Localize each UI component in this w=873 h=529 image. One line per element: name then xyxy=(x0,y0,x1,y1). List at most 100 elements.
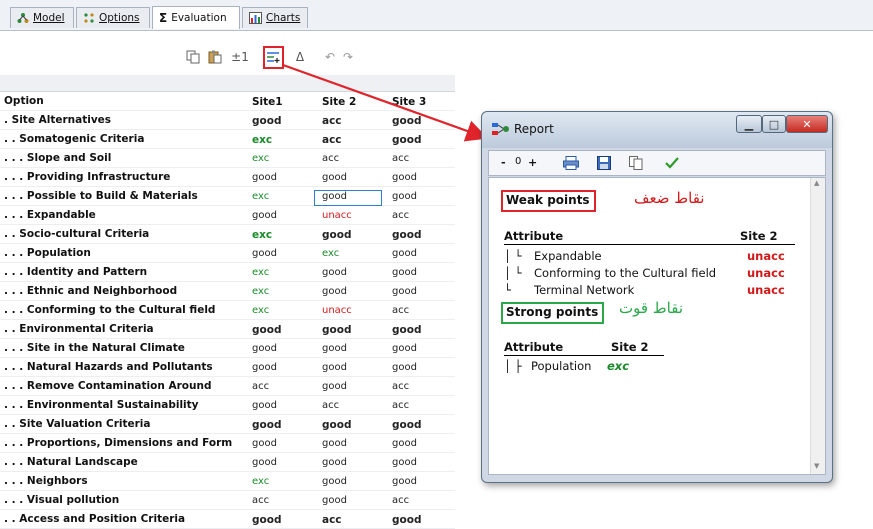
tab-model[interactable]: Model xyxy=(10,7,74,28)
cell-site2[interactable]: acc xyxy=(322,115,342,127)
cell-site2[interactable]: unacc xyxy=(322,210,352,221)
cell-site1[interactable]: acc xyxy=(252,495,269,506)
table-row[interactable]: . . . Neighbors exc good good xyxy=(0,472,455,491)
cell-site1[interactable]: good xyxy=(252,210,277,221)
cell-site1[interactable]: exc xyxy=(252,153,269,164)
table-row[interactable]: . . . Identity and Pattern exc good good xyxy=(0,263,455,282)
undo-button[interactable]: ↶ xyxy=(322,48,338,66)
table-row[interactable]: . . . Environmental Sustainability good ac… xyxy=(0,396,455,415)
column-header-site3[interactable]: Site 3 xyxy=(392,96,426,108)
cell-site3[interactable]: good xyxy=(392,476,417,487)
table-row[interactable]: . . . Natural Landscape good good good xyxy=(0,453,455,472)
table-row[interactable]: . . . Proportions, Dimensions and Form go… xyxy=(0,434,455,453)
table-row[interactable]: . . . Possible to Build & Materials exc go… xyxy=(0,187,455,206)
cell-site1[interactable]: good xyxy=(252,343,277,354)
plus-minus-one-button[interactable]: ±1 xyxy=(229,48,251,66)
cell-site2[interactable]: good xyxy=(322,267,347,278)
table-row[interactable]: . . Environmental Criteria good good good xyxy=(0,320,455,339)
cell-site3[interactable]: good xyxy=(392,438,417,449)
table-row[interactable]: . . . Site in the Natural Climate good goo… xyxy=(0,339,455,358)
table-row[interactable]: . . Site Valuation Criteria good good good xyxy=(0,415,455,434)
cell-site1[interactable]: exc xyxy=(252,134,272,146)
cell-site2[interactable]: good xyxy=(322,362,347,373)
cell-site1[interactable]: good xyxy=(252,457,277,468)
cell-site2[interactable]: acc xyxy=(322,153,339,164)
delta-button[interactable]: Δ xyxy=(292,48,308,66)
table-row[interactable]: . . . Population good exc good xyxy=(0,244,455,263)
cell-site3[interactable]: acc xyxy=(392,153,409,164)
cell-site3[interactable]: acc xyxy=(392,381,409,392)
cell-site1[interactable]: exc xyxy=(252,267,269,278)
cell-site3[interactable]: good xyxy=(392,115,421,127)
cell-site2[interactable]: good xyxy=(322,172,347,183)
cell-site2[interactable]: good xyxy=(322,438,347,449)
cell-site3[interactable]: good xyxy=(392,134,421,146)
scroll-up-arrow-icon[interactable]: ▲ xyxy=(814,179,819,187)
paste-button[interactable] xyxy=(206,48,224,66)
report-window[interactable]: Report ▁ □ ✕ - 0 + ▲ ▼ Weak points نقاط … xyxy=(481,111,833,483)
cell-editor-focus[interactable] xyxy=(314,190,382,206)
cell-site1[interactable]: exc xyxy=(252,229,272,241)
cell-site2[interactable]: good xyxy=(322,457,347,468)
table-row[interactable]: . . . Conforming to the Cultural field ex… xyxy=(0,301,455,320)
table-row[interactable]: . . . Visual pollution acc good acc xyxy=(0,491,455,510)
cell-site2[interactable]: good xyxy=(322,495,347,506)
cell-site2[interactable]: good xyxy=(322,476,347,487)
cell-site2[interactable]: good xyxy=(322,286,347,297)
cell-site1[interactable]: good xyxy=(252,362,277,373)
cell-site1[interactable]: acc xyxy=(252,381,269,392)
cell-site2[interactable]: acc xyxy=(322,134,342,146)
table-row[interactable]: . . . Providing Infrastructure good good go… xyxy=(0,168,455,187)
cell-site3[interactable]: acc xyxy=(392,305,409,316)
cell-site2[interactable]: acc xyxy=(322,514,342,526)
table-row[interactable]: . . . Expandable good unacc acc xyxy=(0,206,455,225)
table-row[interactable]: . . Access and Position Criteria good acc g… xyxy=(0,510,455,529)
cell-site3[interactable]: good xyxy=(392,419,421,431)
table-row[interactable]: . . Somatogenic Criteria exc acc good xyxy=(0,130,455,149)
report-titlebar[interactable]: Report ▁ □ ✕ xyxy=(482,112,832,148)
cell-site3[interactable]: good xyxy=(392,343,417,354)
table-row[interactable]: . . . Ethnic and Neighborhood exc good good xyxy=(0,282,455,301)
report-scrollbar[interactable]: ▲ ▼ xyxy=(810,178,825,474)
maximize-button[interactable]: □ xyxy=(762,115,786,133)
cell-site2[interactable]: good xyxy=(322,324,351,336)
zoom-in-button[interactable]: + xyxy=(528,156,537,169)
cell-site3[interactable]: good xyxy=(392,362,417,373)
close-button[interactable]: ✕ xyxy=(786,115,828,133)
checkmark-icon[interactable] xyxy=(665,156,679,170)
cell-site1[interactable]: exc xyxy=(252,476,269,487)
cell-site2[interactable]: good xyxy=(322,381,347,392)
table-row[interactable]: . . . Natural Hazards and Pollutants good… xyxy=(0,358,455,377)
tab-options[interactable]: Options xyxy=(76,7,150,28)
cell-site1[interactable]: good xyxy=(252,514,281,526)
cell-site1[interactable]: good xyxy=(252,400,277,411)
table-row[interactable]: . . Socio-cultural Criteria exc good good xyxy=(0,225,455,244)
cell-site1[interactable]: good xyxy=(252,324,281,336)
cell-site1[interactable]: exc xyxy=(252,305,269,316)
save-icon[interactable] xyxy=(597,156,611,170)
cell-site3[interactable]: good xyxy=(392,514,421,526)
cell-site3[interactable]: good xyxy=(392,172,417,183)
cell-site2[interactable]: good xyxy=(322,229,351,241)
cell-site2[interactable]: good xyxy=(322,419,351,431)
zoom-reset-button[interactable]: 0 xyxy=(515,156,521,167)
scroll-down-arrow-icon[interactable]: ▼ xyxy=(814,462,819,470)
cell-site1[interactable]: good xyxy=(252,248,277,259)
cell-site2[interactable]: exc xyxy=(322,248,339,259)
cell-site1[interactable]: exc xyxy=(252,286,269,297)
cell-site1[interactable]: good xyxy=(252,115,281,127)
minimize-button[interactable]: ▁ xyxy=(736,115,762,133)
cell-site3[interactable]: good xyxy=(392,191,417,202)
cell-site2[interactable]: good xyxy=(322,343,347,354)
cell-site3[interactable]: good xyxy=(392,267,417,278)
cell-site3[interactable]: acc xyxy=(392,400,409,411)
table-row[interactable]: . . . Remove Contamination Around acc good… xyxy=(0,377,455,396)
tab-charts[interactable]: Charts xyxy=(242,7,308,28)
tab-evaluation[interactable]: Σ Evaluation xyxy=(152,6,240,29)
column-header-option[interactable]: Option xyxy=(4,95,249,107)
copy-button[interactable] xyxy=(184,48,202,66)
cell-site2[interactable]: unacc xyxy=(322,305,352,316)
cell-site3[interactable]: good xyxy=(392,324,421,336)
cell-site3[interactable]: acc xyxy=(392,210,409,221)
cell-site2[interactable]: acc xyxy=(322,400,339,411)
